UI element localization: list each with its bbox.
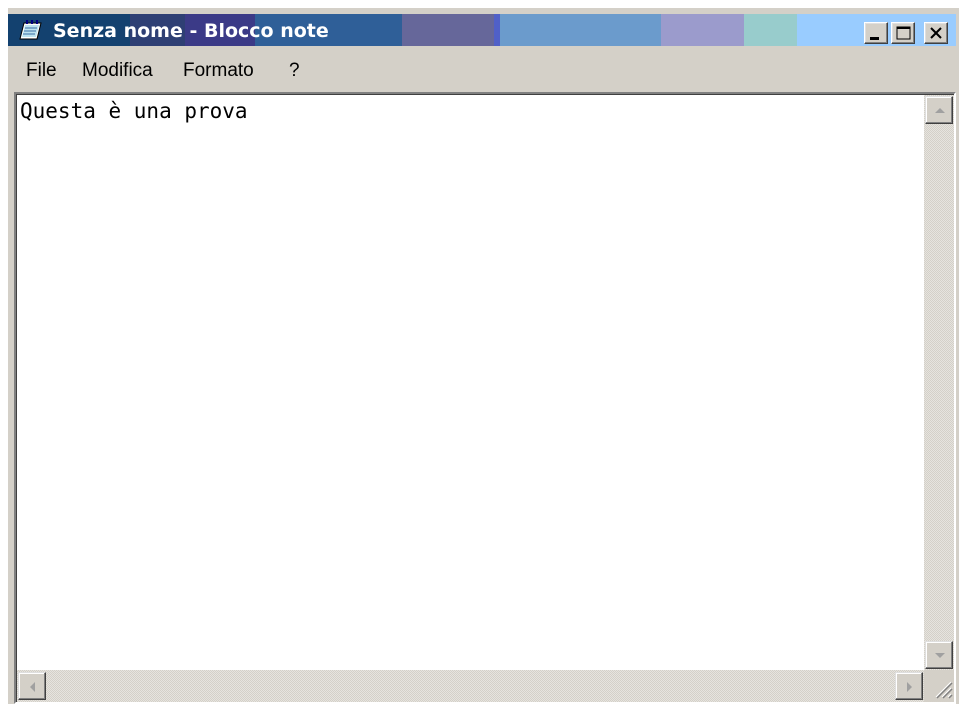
title-bar-segment: [500, 14, 661, 46]
scroll-left-button[interactable]: [18, 672, 46, 700]
text-editor-frame: Questa è una prova: [14, 92, 956, 704]
title-bar-segment: [744, 14, 797, 46]
minimize-icon: [870, 37, 879, 40]
menu-modifica[interactable]: Modifica: [82, 59, 153, 83]
horizontal-scrollbar[interactable]: [17, 670, 924, 702]
text-editor[interactable]: Questa è una prova: [16, 94, 954, 702]
vertical-scrollbar[interactable]: [924, 95, 954, 670]
scroll-up-arrow-icon: [935, 108, 945, 113]
maximize-icon: [896, 26, 911, 40]
minimize-button[interactable]: [864, 22, 888, 44]
scroll-left-arrow-icon: [30, 682, 35, 692]
menu-file[interactable]: File: [26, 59, 57, 83]
resize-grip-icon: [935, 681, 953, 699]
menu-bar: File Modifica Formato ?: [8, 51, 956, 89]
scroll-up-button[interactable]: [925, 96, 953, 124]
notepad-icon[interactable]: [19, 19, 43, 41]
scroll-down-arrow-icon: [935, 653, 945, 658]
close-icon: [930, 27, 942, 39]
menu-help[interactable]: ?: [289, 59, 300, 83]
window-title: Senza nome - Blocco note: [53, 20, 329, 42]
maximize-button[interactable]: [891, 22, 915, 44]
scroll-right-button[interactable]: [895, 672, 923, 700]
menu-formato[interactable]: Formato: [183, 59, 254, 83]
scroll-down-button[interactable]: [925, 641, 953, 669]
scroll-right-arrow-icon: [907, 682, 912, 692]
editor-content[interactable]: Questa è una prova: [20, 98, 248, 124]
title-bar-segment: [661, 14, 744, 46]
close-button[interactable]: [924, 22, 948, 44]
resize-grip[interactable]: [924, 670, 954, 702]
title-bar[interactable]: Senza nome - Blocco note: [8, 9, 956, 51]
title-bar-segment: [402, 14, 494, 46]
